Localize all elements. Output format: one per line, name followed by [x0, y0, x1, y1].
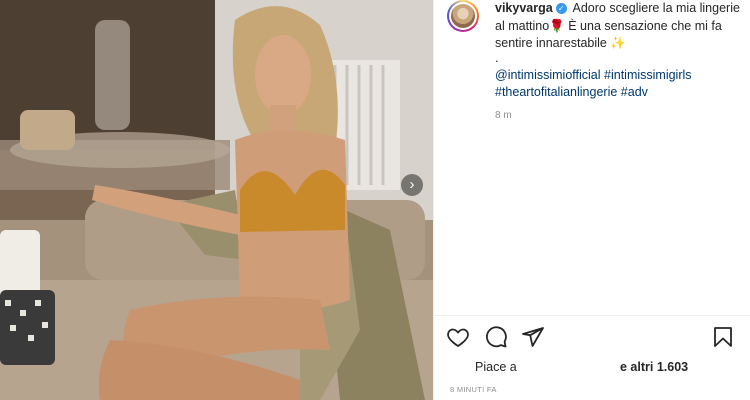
mention-link[interactable]: @intimissimiofficial: [495, 68, 601, 82]
likes-count[interactable]: e altri 1.603: [620, 360, 688, 374]
post-caption: vikyvarga ✓ Adoro scegliere la mia linger…: [495, 0, 740, 102]
likes-prefix: Piace a: [475, 360, 517, 374]
username-link[interactable]: vikyvarga: [495, 1, 553, 15]
caption-dot: .: [495, 50, 499, 65]
hashtag-link[interactable]: #theartofitalianlingerie: [495, 85, 617, 99]
post-timestamp[interactable]: 8 MINUTI FA: [450, 385, 497, 394]
next-photo-button[interactable]: ›: [401, 174, 423, 196]
avatar-ring: [449, 2, 477, 30]
share-icon[interactable]: [521, 325, 547, 351]
caption-age: 8 m: [495, 110, 512, 121]
action-bar: [446, 325, 741, 351]
verified-badge-icon: ✓: [555, 3, 567, 14]
post-photo[interactable]: ›: [0, 0, 433, 400]
comment-icon[interactable]: [484, 325, 510, 351]
photo-illustration: [0, 0, 433, 400]
avatar[interactable]: [447, 0, 479, 32]
heart-icon[interactable]: [446, 325, 472, 351]
avatar-image: [451, 4, 475, 28]
hashtag-link[interactable]: #intimissimigirls: [604, 68, 692, 82]
hashtag-link[interactable]: #adv: [621, 85, 648, 99]
post-sidebar: vikyvarga ✓ Adoro scegliere la mia linger…: [433, 0, 750, 400]
bookmark-icon[interactable]: [711, 325, 737, 351]
likes-count-link[interactable]: e altri 1.603: [620, 360, 688, 374]
divider: [434, 315, 750, 316]
